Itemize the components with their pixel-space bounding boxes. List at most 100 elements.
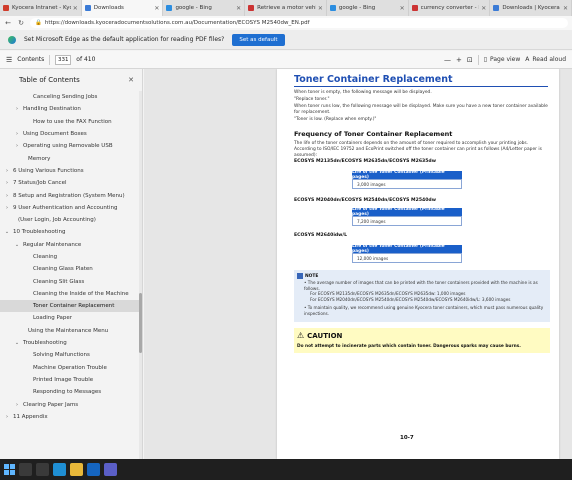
tab-label: Downloads | Kyocera xyxy=(502,5,560,11)
toc-item-label: Toner Container Replacement xyxy=(33,303,115,310)
chevron-icon[interactable]: › xyxy=(14,131,20,137)
note-line: For ECOSYS M2040dn/ECOSYS M2540dn/ECOSYS… xyxy=(310,297,511,302)
close-icon[interactable]: ✕ xyxy=(128,76,134,84)
chevron-icon[interactable]: › xyxy=(4,168,10,174)
toc-item[interactable]: › 8 Setup and Registration (System Menu) xyxy=(0,189,139,201)
tab-label: google ‑ Bing xyxy=(338,5,376,11)
browser-tab[interactable]: currency converter ‑ Bi ✕ xyxy=(409,0,491,16)
close-tab-icon[interactable]: ✕ xyxy=(563,5,568,12)
tab-favicon-icon xyxy=(329,5,336,11)
toc-item-label: 9 User Authentication and Accounting xyxy=(13,204,118,211)
toner-life-table: Life of the Toner Container (Printable p… xyxy=(352,244,462,263)
edge-icon[interactable] xyxy=(53,463,66,476)
chevron-icon[interactable]: › xyxy=(14,106,20,112)
scrollbar-thumb[interactable] xyxy=(139,293,142,353)
toc-item[interactable]: ⌄ Troubleshooting xyxy=(0,337,139,349)
read-aloud-button[interactable]: A Read aloud xyxy=(525,56,566,63)
chevron-icon[interactable]: ⌄ xyxy=(14,242,20,248)
chevron-icon[interactable]: ⌄ xyxy=(4,229,10,235)
back-icon[interactable]: ← xyxy=(4,19,12,27)
set-default-button[interactable]: Set as default xyxy=(232,33,285,46)
toc-item[interactable]: Loading Paper xyxy=(0,312,139,324)
toc-item[interactable]: Responding to Messages xyxy=(0,386,139,398)
close-tab-icon[interactable]: ✕ xyxy=(236,5,241,12)
toc-item[interactable]: › 6 Using Various Functions xyxy=(0,165,139,177)
browser-tab[interactable]: google ‑ Bing ✕ xyxy=(163,0,246,16)
toc-item-label: Canceling Sending Jobs xyxy=(33,94,98,101)
toc-item[interactable]: ⌄ Regular Maintenance xyxy=(0,239,139,251)
close-tab-icon[interactable]: ✕ xyxy=(318,5,323,12)
toc-item[interactable]: ⌄ 10 Troubleshooting xyxy=(0,226,139,238)
toc-item[interactable]: Solving Malfunctions xyxy=(0,349,139,361)
browser-tab[interactable]: Downloads | Kyocera ✕ xyxy=(490,0,572,16)
toc-item[interactable]: Memory xyxy=(0,152,139,164)
toc-item[interactable]: › 11 Appendix xyxy=(0,411,139,423)
url-field[interactable]: 🔒 https://downloads.kyoceradocumentsolut… xyxy=(30,18,568,28)
chevron-icon[interactable]: › xyxy=(14,143,20,149)
model-name: ECOSYS M2040dn/ECOSYS M2540dn/ECOSYS M25… xyxy=(294,198,436,203)
toc-item[interactable]: Cleaning xyxy=(0,251,139,263)
toc-item-label: Solving Malfunctions xyxy=(33,352,90,359)
toc-item[interactable]: › 9 User Authentication and Accounting xyxy=(0,202,139,214)
toc-item[interactable]: › Handling Destination xyxy=(0,103,139,115)
refresh-icon[interactable]: ↻ xyxy=(17,19,25,27)
contents-icon[interactable]: ☰ xyxy=(6,56,12,64)
tab-label: currency converter ‑ Bi xyxy=(420,5,480,11)
chevron-icon[interactable]: › xyxy=(4,180,10,186)
toc-item-label: Regular Maintenance xyxy=(23,241,82,248)
chevron-icon[interactable]: › xyxy=(4,193,10,199)
toc-item[interactable]: Canceling Sending Jobs xyxy=(0,91,139,103)
toner-life-value: 3,000 images xyxy=(352,179,462,189)
toc-scrollbar[interactable] xyxy=(139,91,142,459)
toc-item[interactable]: Cleaning Slit Glass xyxy=(0,275,139,287)
toc-item[interactable]: How to use the FAX Function xyxy=(0,116,139,128)
chevron-icon[interactable]: › xyxy=(14,402,20,408)
note-box: NOTE • The average number of images that… xyxy=(294,270,550,322)
toc-item[interactable]: › Clearing Paper Jams xyxy=(0,398,139,410)
note-label-text: NOTE xyxy=(305,273,319,279)
toner-life-header: Life of the Toner Container (Printable p… xyxy=(352,170,462,180)
toner-life-value: 12,000 images xyxy=(352,253,462,263)
toc-item[interactable]: Printed Image Trouble xyxy=(0,374,139,386)
toc-item[interactable]: › Operating using Removable USB xyxy=(0,140,139,152)
close-tab-icon[interactable]: ✕ xyxy=(400,5,405,12)
toc-item[interactable]: (User Login, Job Accounting) xyxy=(0,214,139,226)
toc-item-label: Troubleshooting xyxy=(23,340,67,347)
toc-item[interactable]: Cleaning the Inside of the Machine xyxy=(0,288,139,300)
page-number-input[interactable]: 331 xyxy=(55,54,72,65)
browser-tab[interactable]: Retrieve a motor vehicle✕ xyxy=(245,0,327,16)
tab-label: google ‑ Bing xyxy=(175,5,212,11)
toc-item[interactable]: Machine Operation Trouble xyxy=(0,362,139,374)
browser-tab[interactable]: Downloads ✕ xyxy=(81,0,164,16)
close-tab-icon[interactable]: ✕ xyxy=(154,5,159,12)
file-explorer-icon[interactable] xyxy=(70,463,83,476)
chevron-icon[interactable]: ⌄ xyxy=(14,340,20,346)
toc-item-selected[interactable]: Toner Container Replacement xyxy=(0,300,139,313)
zoom-in-icon[interactable]: + xyxy=(456,56,462,64)
tab-favicon-icon xyxy=(248,5,255,11)
search-icon[interactable] xyxy=(19,463,32,476)
page-view-button[interactable]: ▯ Page view xyxy=(484,56,521,63)
toc-item[interactable]: › 7 Status/Job Cancel xyxy=(0,177,139,189)
message-1: "Replace toner." xyxy=(294,97,330,102)
teams-icon[interactable] xyxy=(104,463,117,476)
chevron-icon[interactable]: › xyxy=(4,205,10,211)
close-tab-icon[interactable]: ✕ xyxy=(481,5,486,12)
toc-item[interactable]: Cleaning Glass Platen xyxy=(0,263,139,275)
browser-tab[interactable]: google ‑ Bing ✕ xyxy=(327,0,409,16)
start-icon[interactable] xyxy=(4,464,15,475)
tab-label: Downloads xyxy=(93,5,124,11)
edge-logo-icon xyxy=(8,35,16,44)
toc-item[interactable]: › Using Document Boxes xyxy=(0,128,139,140)
close-tab-icon[interactable]: ✕ xyxy=(73,5,78,12)
toc-item[interactable]: Using the Maintenance Menu xyxy=(0,325,139,337)
contents-label[interactable]: Contents xyxy=(17,56,44,63)
document-viewer[interactable]: Toner Container Replacement When toner i… xyxy=(144,69,572,459)
zoom-out-icon[interactable]: — xyxy=(444,56,451,64)
fit-page-icon[interactable]: ⊡ xyxy=(467,56,473,64)
task-view-icon[interactable] xyxy=(36,463,49,476)
tab-favicon-icon xyxy=(166,5,173,11)
outlook-icon[interactable] xyxy=(87,463,100,476)
chevron-icon[interactable]: › xyxy=(4,414,10,420)
browser-tab[interactable]: Kyocera Intranet ‑ Kyo ✕ xyxy=(0,0,82,16)
